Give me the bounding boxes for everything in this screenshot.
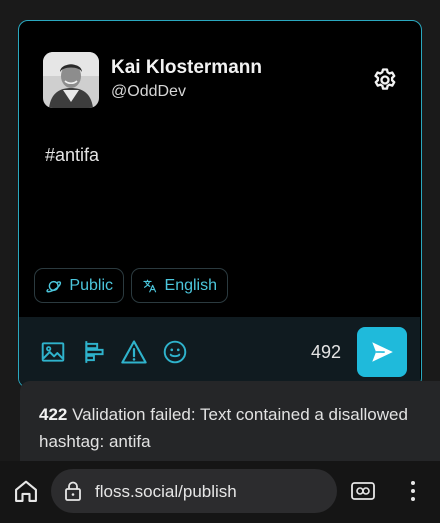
language-label: English bbox=[164, 276, 217, 294]
poll-icon bbox=[85, 341, 104, 363]
add-media-button[interactable] bbox=[39, 338, 67, 366]
more-vertical-icon bbox=[411, 481, 415, 501]
address-bar[interactable]: floss.social/publish bbox=[51, 469, 337, 513]
gear-icon bbox=[374, 68, 396, 90]
error-code: 422 bbox=[39, 405, 68, 424]
visibility-button[interactable]: Public bbox=[34, 268, 124, 303]
page: Kai Klostermann @OddDev #antifa Public E… bbox=[0, 0, 440, 523]
warning-icon bbox=[121, 340, 147, 364]
compose-card: Kai Klostermann @OddDev #antifa Public E… bbox=[18, 20, 422, 388]
character-counter: 492 bbox=[311, 342, 342, 362]
url-text: floss.social/publish bbox=[95, 482, 237, 501]
avatar[interactable] bbox=[43, 52, 99, 108]
error-message: Validation failed: Text contained a disa… bbox=[39, 405, 408, 451]
tabs-button[interactable] bbox=[350, 479, 376, 503]
home-button[interactable] bbox=[12, 477, 40, 505]
add-poll-button[interactable] bbox=[81, 338, 109, 366]
content-warning-button[interactable] bbox=[120, 338, 148, 366]
planet-icon bbox=[46, 280, 62, 292]
compose-toolbar: 492 bbox=[19, 317, 420, 387]
visibility-label: Public bbox=[69, 276, 113, 294]
tab-switcher-icon bbox=[351, 482, 375, 500]
display-name: Kai Klostermann bbox=[111, 57, 262, 78]
browser-toolbar: floss.social/publish bbox=[0, 461, 440, 523]
emoji-icon bbox=[163, 340, 187, 364]
account-handle: @OddDev bbox=[111, 83, 186, 100]
settings-button[interactable] bbox=[370, 65, 400, 95]
home-icon bbox=[15, 480, 37, 502]
avatar-photo bbox=[43, 52, 99, 108]
emoji-button[interactable] bbox=[161, 338, 189, 366]
browser-menu-button[interactable] bbox=[403, 477, 423, 505]
language-button[interactable]: English bbox=[131, 268, 228, 303]
error-toast: 422 Validation failed: Text contained a … bbox=[20, 381, 440, 461]
translate-icon bbox=[143, 279, 157, 292]
image-icon bbox=[41, 342, 65, 362]
lock-icon bbox=[65, 481, 81, 501]
post-text[interactable]: #antifa bbox=[45, 145, 99, 166]
send-icon bbox=[372, 342, 393, 362]
publish-button[interactable] bbox=[357, 327, 407, 377]
